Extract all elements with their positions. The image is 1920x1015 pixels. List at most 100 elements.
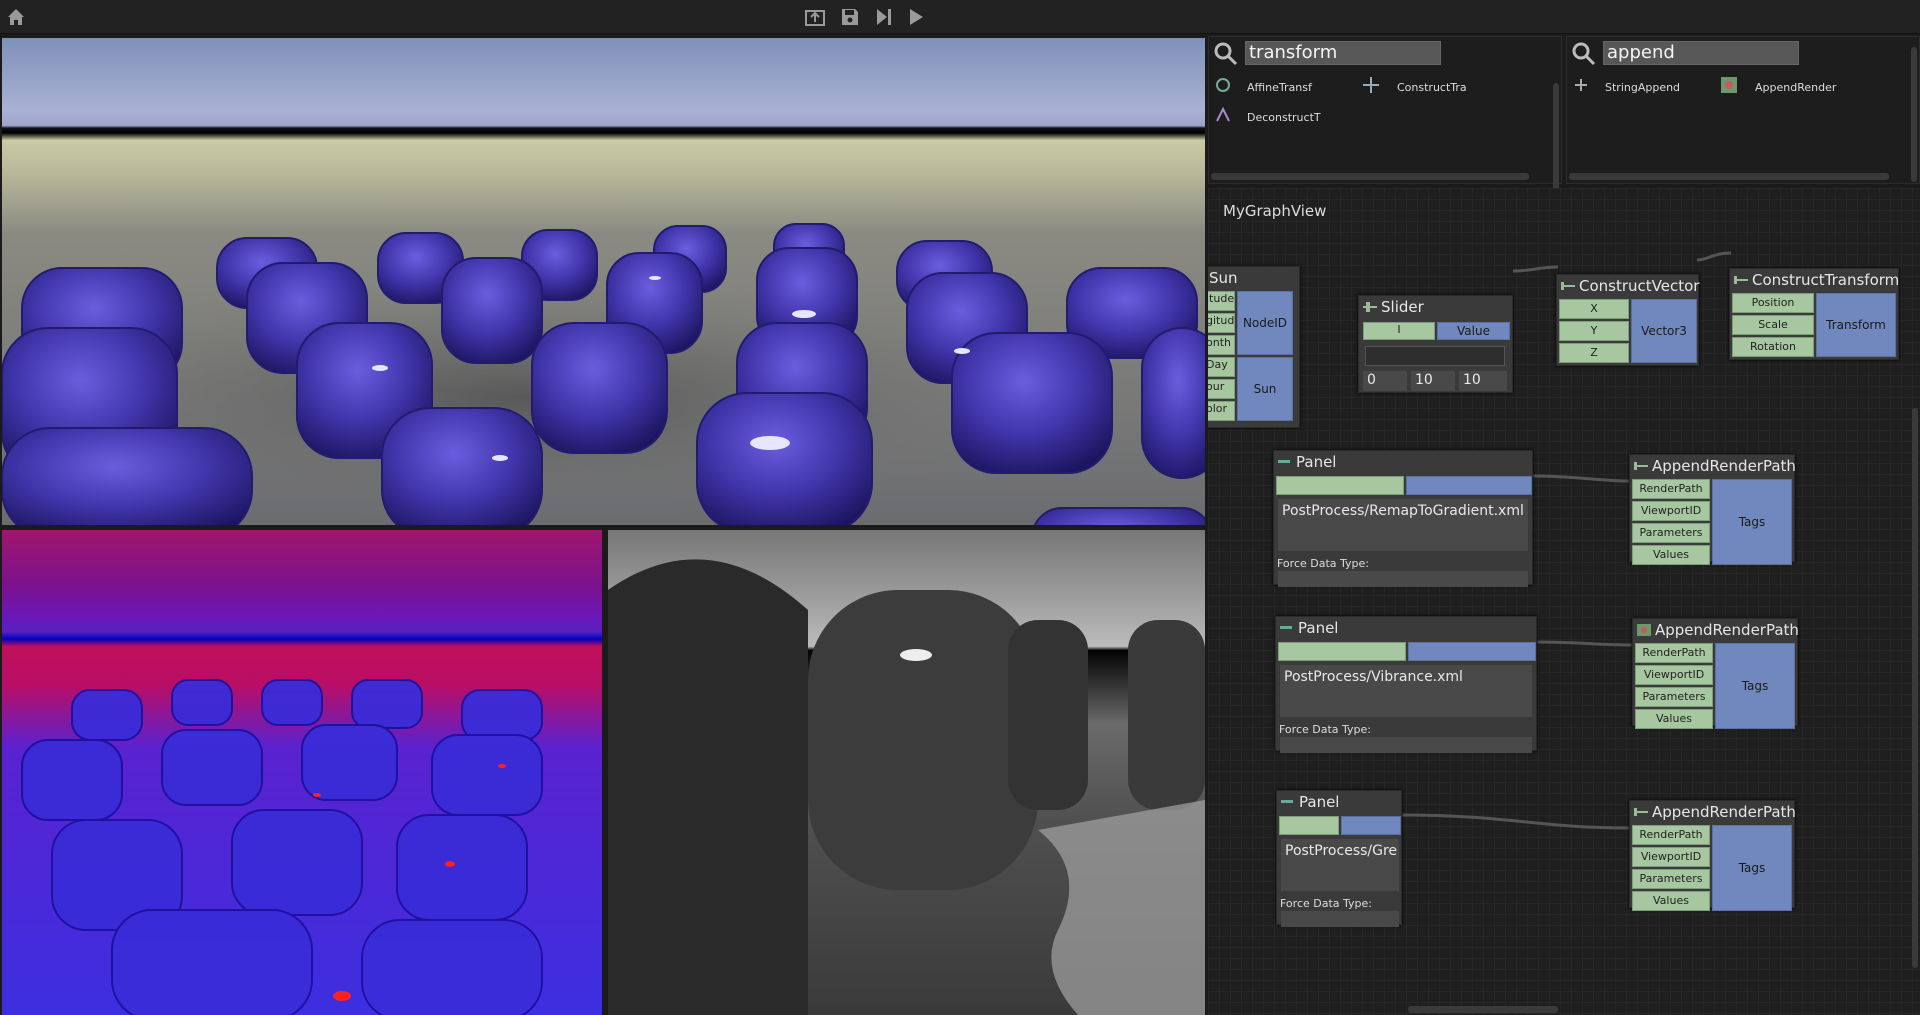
node-search-panel-append: append StringAppend AppendRender [1566,36,1920,184]
output-port-vector3[interactable]: Vector3 [1631,299,1697,363]
input-port-values[interactable]: Values [1635,709,1713,729]
node-title: Slider [1381,298,1424,316]
grayscale-viewport[interactable] [608,530,1205,1015]
output-port-value[interactable]: Value [1437,322,1510,340]
false-color-viewport[interactable] [2,530,602,1015]
panel-input-port[interactable] [1279,816,1339,835]
node-title: Panel [1298,619,1339,637]
grayscale-render [608,559,1205,1015]
node-title: AppendRenderPath [1655,621,1799,639]
force-data-type-field[interactable] [1280,737,1532,753]
input-port-renderpath[interactable]: RenderPath [1632,479,1710,499]
append-render-path-node[interactable]: AppendRenderPath RenderPath ViewportID P… [1632,618,1799,729]
search-result-appendrender[interactable]: AppendRender [1755,81,1836,94]
output-port-tags[interactable]: Tags [1712,479,1792,565]
panel-text-field[interactable]: PostProcess/RemapToGradient.xml [1278,499,1528,551]
construct-vector-node[interactable]: ConstructVector X Y Z Vector3 [1556,274,1699,366]
output-port-tags[interactable]: Tags [1712,825,1792,911]
results-horizontal-scrollbar[interactable] [1211,173,1529,180]
force-data-type-label: Force Data Type: [1280,897,1372,910]
input-port[interactable]: our [1208,379,1235,399]
graph-horizontal-scrollbar[interactable] [1408,1006,1558,1013]
panel-input-port[interactable] [1278,642,1406,661]
append-render-path-node[interactable]: AppendRenderPath RenderPath ViewportID P… [1629,800,1796,911]
search-result-constructtra[interactable]: ConstructTra [1397,81,1467,94]
search-input-append[interactable]: append [1603,41,1799,65]
graph-vertical-scrollbar[interactable] [1912,408,1918,968]
input-port-renderpath[interactable]: RenderPath [1632,825,1710,845]
toolbar [0,0,1920,34]
input-port-renderpath[interactable]: RenderPath [1635,643,1713,663]
panel-output-port[interactable] [1408,642,1536,661]
results-horizontal-scrollbar[interactable] [1569,173,1889,180]
node-title: ConstructTransform [1752,271,1900,289]
home-icon[interactable] [4,5,28,29]
search-icon [1572,42,1596,66]
input-port-x[interactable]: X [1559,299,1629,319]
search-result-stringappend[interactable]: StringAppend [1605,81,1680,94]
search-input-transform[interactable]: transform [1245,41,1441,65]
slider-min-field[interactable]: 0 [1363,371,1407,391]
input-port-values[interactable]: Values [1632,545,1710,565]
input-port-parameters[interactable]: Parameters [1632,869,1710,889]
input-port[interactable]: itude [1208,291,1235,311]
save-icon[interactable] [838,5,862,29]
affine-transform-icon [1216,78,1230,92]
input-port-viewportid[interactable]: ViewportID [1632,501,1710,521]
input-port-z[interactable]: Z [1559,343,1629,363]
panel-node[interactable]: Panel PostProcess/RemapToGradient.xml Fo… [1273,450,1533,587]
sun-node[interactable]: Sun itude gitude onth Day our olor NodeI… [1208,266,1300,428]
panel-text-field[interactable]: PostProcess/Vibrance.xml [1280,665,1532,717]
results-vertical-scrollbar[interactable] [1553,83,1559,193]
input-port-rotation[interactable]: Rotation [1732,337,1814,357]
input-port[interactable]: gitude [1208,313,1235,333]
input-port[interactable]: onth [1208,335,1235,355]
output-port-nodeid[interactable]: NodeID [1237,291,1293,355]
input-port-position[interactable]: Position [1732,293,1814,313]
search-result-affinetransf[interactable]: AffineTransf [1247,81,1312,94]
search-result-deconstructt[interactable]: DeconstructT [1247,111,1321,124]
main-3d-viewport[interactable] [2,38,1205,525]
step-forward-icon[interactable] [872,5,896,29]
panel-output-port[interactable] [1341,816,1401,835]
input-port[interactable]: I [1363,322,1435,340]
panel-node[interactable]: Panel PostProcess/Gre Force Data Type: [1276,790,1402,927]
input-port[interactable]: Day [1208,357,1235,377]
export-icon[interactable] [803,5,827,29]
slider-track[interactable] [1365,346,1505,366]
force-data-type-field[interactable] [1278,571,1528,587]
play-icon[interactable] [904,5,928,29]
slider-node[interactable]: Slider I Value 0 10 10 [1358,295,1513,393]
panel-text-field[interactable]: PostProcess/Gre [1281,839,1399,891]
node-title: Panel [1296,453,1337,471]
node-title: Sun [1209,269,1238,287]
slider-value-field[interactable]: 10 [1411,371,1455,391]
input-port-viewportid[interactable]: ViewportID [1635,665,1713,685]
graph-view[interactable]: MyGraphView Sun itude gitude onth Day ou… [1208,188,1920,1015]
input-port[interactable]: olor [1208,401,1235,421]
append-render-icon [1721,77,1737,93]
node-title: AppendRenderPath [1652,457,1796,475]
input-port-scale[interactable]: Scale [1732,315,1814,335]
append-render-path-node[interactable]: AppendRenderPath RenderPath ViewportID P… [1629,454,1796,565]
deconstruct-transform-icon [1216,106,1230,122]
input-port-viewportid[interactable]: ViewportID [1632,847,1710,867]
panel-output-port[interactable] [1406,476,1532,495]
output-port-sun[interactable]: Sun [1237,357,1293,421]
slider-max-field[interactable]: 10 [1459,371,1507,391]
panel-input-port[interactable] [1276,476,1404,495]
panel-node[interactable]: Panel PostProcess/Vibrance.xml Force Dat… [1275,616,1537,753]
input-port-y[interactable]: Y [1559,321,1629,341]
construct-transform-icon [1363,77,1379,93]
input-port-parameters[interactable]: Parameters [1632,523,1710,543]
input-port-parameters[interactable]: Parameters [1635,687,1713,707]
construct-transform-node[interactable]: ConstructTransform Position Scale Rotati… [1729,268,1899,360]
results-vertical-scrollbar[interactable] [1911,47,1917,182]
output-port-tags[interactable]: Tags [1715,643,1795,729]
scene-render [2,223,1205,525]
force-data-type-field[interactable] [1281,911,1399,927]
search-icon [1214,42,1238,66]
input-port-values[interactable]: Values [1632,891,1710,911]
output-port-transform[interactable]: Transform [1816,293,1896,357]
node-title: Panel [1299,793,1340,811]
